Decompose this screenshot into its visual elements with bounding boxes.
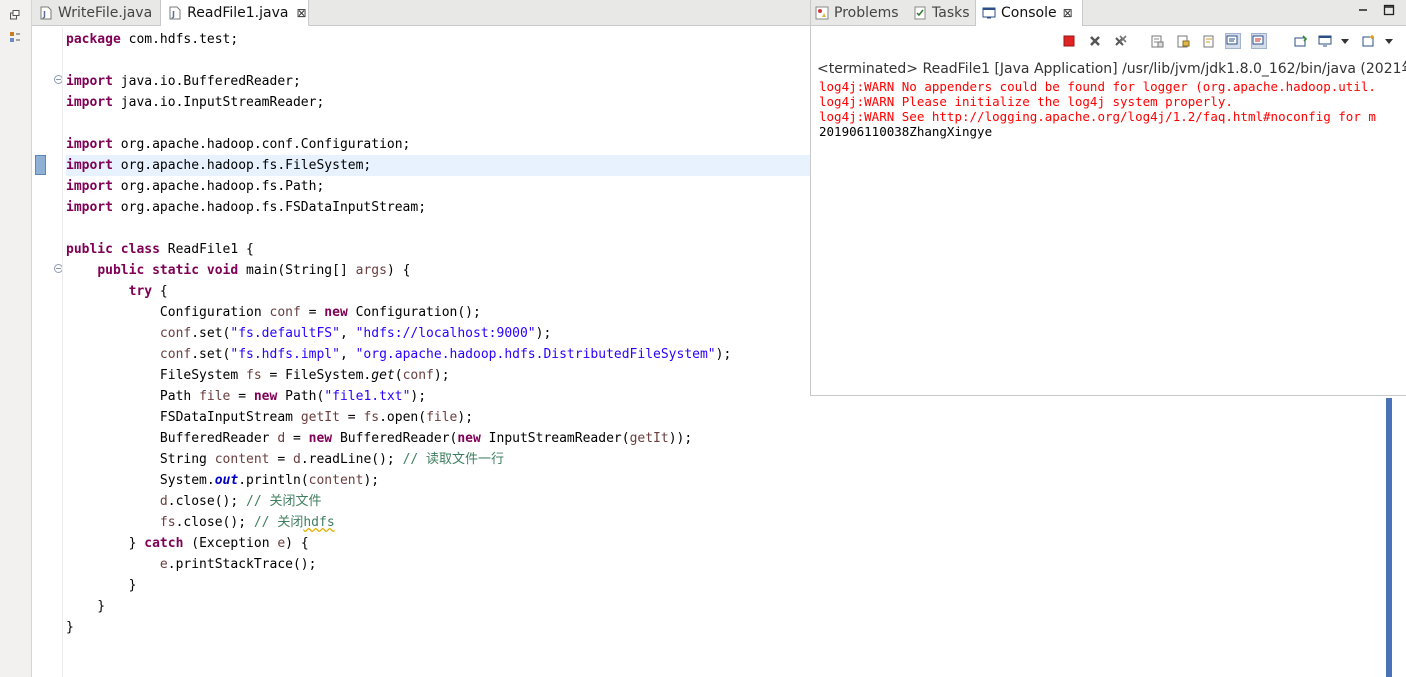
restore-icon[interactable]	[8, 8, 22, 22]
code-line: String content = d.readLine(); // 读取文件一行	[66, 452, 505, 467]
code-line: import org.apache.hadoop.fs.Path;	[66, 179, 325, 194]
tab-readfile1[interactable]: J ReadFile1.java ⊠	[161, 0, 310, 26]
console-process-title: <terminated> ReadFile1 [Java Application…	[817, 61, 1406, 77]
code-line: import org.apache.hadoop.fs.FSDataInputS…	[66, 200, 427, 215]
open-console-icon[interactable]	[1361, 33, 1377, 49]
vertical-ruler	[32, 27, 52, 677]
code-line: package com.hdfs.test;	[66, 32, 239, 47]
remove-all-terminated-icon[interactable]	[1113, 33, 1129, 49]
view-tab-bar: Problems Tasks Console ⊠	[811, 0, 1406, 26]
console-view: Problems Tasks Console ⊠ <terminated> Re…	[810, 0, 1406, 396]
console-output-line: 201906110038ZhangXingye	[819, 124, 993, 139]
code-line: public class ReadFile1 {	[66, 242, 254, 257]
editor-scrollbar[interactable]	[1386, 398, 1392, 677]
svg-text:J: J	[42, 10, 46, 19]
code-line: }	[66, 599, 106, 614]
clear-console-icon[interactable]	[1149, 33, 1165, 49]
code-area: package com.hdfs.test; import java.io.Bu…	[66, 29, 810, 638]
tab-tasks[interactable]: Tasks	[913, 0, 970, 26]
outline-icon[interactable]	[8, 30, 22, 44]
code-line: } catch (Exception e) {	[66, 536, 309, 551]
fold-separator	[62, 27, 63, 677]
editor-tab-bar: J WriteFile.java J ReadFile1.java ⊠	[32, 0, 810, 26]
console-output[interactable]: log4j:WARN No appenders could be found f…	[819, 79, 1406, 139]
code-line: try {	[128, 284, 168, 299]
code-line: e.printStackTrace();	[159, 557, 317, 572]
problems-icon	[815, 6, 829, 20]
console-error-line: log4j:WARN See http://logging.apache.org…	[819, 109, 1376, 124]
chevron-down-icon[interactable]	[1381, 33, 1397, 49]
console-error-line: log4j:WARN No appenders could be found f…	[819, 79, 1376, 94]
pin-console-icon[interactable]	[1293, 33, 1309, 49]
code-line: conf.set("fs.hdfs.impl", "org.apache.had…	[159, 347, 732, 362]
tasks-icon	[913, 6, 927, 20]
code-line: import java.io.BufferedReader;	[66, 74, 301, 89]
code-line: System.out.println(content);	[66, 473, 380, 488]
left-trim-bar	[0, 0, 32, 677]
maximize-icon[interactable]	[1383, 4, 1395, 19]
code-line: fs.close(); // 关闭hdfs	[159, 515, 335, 530]
console-error-line: log4j:WARN Please initialize the log4j s…	[819, 94, 1233, 109]
tab-problems[interactable]: Problems	[815, 0, 899, 26]
tab-label: Problems	[834, 5, 899, 21]
code-line: }	[66, 578, 137, 593]
java-file-icon: J	[40, 6, 52, 20]
tab-writefile[interactable]: J WriteFile.java	[32, 0, 162, 26]
show-console-on-stdout-icon[interactable]	[1225, 33, 1241, 49]
word-wrap-icon[interactable]	[1201, 33, 1217, 49]
chevron-down-icon[interactable]	[1337, 33, 1353, 49]
code-line: import java.io.InputStreamReader;	[66, 95, 325, 110]
console-toolbar	[811, 27, 1406, 55]
tab-label: WriteFile.java	[58, 5, 153, 21]
code-line: d.close(); // 关闭文件	[159, 494, 322, 509]
tab-label: Console	[1001, 5, 1057, 21]
code-line: FSDataInputStream getIt = fs.open(file);	[66, 410, 474, 425]
current-line-marker	[35, 155, 46, 175]
code-line: import org.apache.hadoop.conf.Configurat…	[66, 137, 411, 152]
close-icon[interactable]: ⊠	[1063, 6, 1073, 20]
java-file-icon: J	[169, 6, 181, 20]
tab-console[interactable]: Console ⊠	[975, 0, 1083, 26]
code-line: Configuration conf = new Configuration()…	[66, 305, 481, 320]
code-line: BufferedReader d = new BufferedReader(ne…	[66, 431, 693, 446]
minimize-icon[interactable]	[1357, 4, 1369, 19]
java-editor[interactable]: − − package com.hdfs.test; import java.i…	[32, 27, 810, 677]
svg-text:J: J	[171, 10, 175, 19]
show-console-on-stderr-icon[interactable]	[1251, 33, 1267, 49]
code-line: import org.apache.hadoop.fs.FileSystem;	[66, 155, 810, 176]
code-line: public static void main(String[] args) {	[97, 263, 411, 278]
tab-label: ReadFile1.java	[187, 4, 289, 21]
close-icon[interactable]: ⊠	[296, 6, 306, 20]
code-line: conf.set("fs.defaultFS", "hdfs://localho…	[159, 326, 552, 341]
tab-label: Tasks	[932, 5, 970, 21]
display-selected-console-icon[interactable]	[1317, 33, 1333, 49]
code-line: Path file = new Path("file1.txt");	[66, 389, 427, 404]
code-line: FileSystem fs = FileSystem.get(conf);	[66, 368, 450, 383]
remove-launch-icon[interactable]	[1087, 33, 1103, 49]
code-line: }	[66, 620, 74, 635]
terminate-icon[interactable]	[1061, 33, 1077, 49]
console-icon	[982, 6, 996, 20]
scroll-lock-icon[interactable]	[1175, 33, 1191, 49]
